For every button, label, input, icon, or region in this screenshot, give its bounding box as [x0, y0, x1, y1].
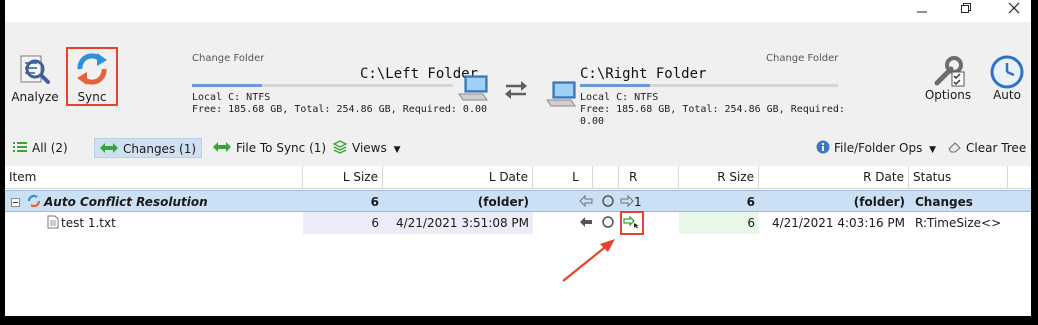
- title-bar: [5, 0, 1031, 22]
- grid-header: Item L Size L Date L R R Size R Date Sta…: [5, 166, 1031, 189]
- layers-icon: [332, 140, 348, 154]
- options-label: Options: [924, 88, 972, 102]
- auto-button[interactable]: Auto: [985, 52, 1029, 104]
- callout-arrow: [562, 239, 615, 282]
- header-item[interactable]: Item: [5, 166, 303, 188]
- comparison-grid: Item L Size L Date L R R Size R Date Sta…: [5, 166, 1031, 316]
- main-toolbar: Analyze Sync Change Folder C:\Left Folde…: [5, 22, 1031, 130]
- row-r-count: 1: [634, 195, 642, 209]
- views-dropdown[interactable]: Views ▼: [332, 138, 401, 158]
- minimize-icon[interactable]: [907, 2, 937, 20]
- header-l-date[interactable]: L Date: [383, 166, 533, 188]
- left-arrow-solid-icon[interactable]: [575, 212, 593, 234]
- equal-circle-icon[interactable]: [598, 191, 616, 213]
- analyze-label: Analyze: [11, 90, 59, 104]
- list-icon: [13, 142, 27, 152]
- row-r-date: (folder): [853, 195, 905, 209]
- auto-label: Auto: [993, 88, 1021, 102]
- swap-arrows-icon[interactable]: [503, 78, 529, 102]
- row-l-size: 6: [370, 195, 379, 209]
- filter-changes-label: Changes (1): [123, 142, 197, 156]
- row-item-name: test 1.txt: [61, 216, 116, 230]
- left-change-folder-link[interactable]: Change Folder: [192, 53, 264, 64]
- filter-file-to-sync[interactable]: File To Sync (1): [213, 138, 326, 158]
- options-tools-icon: [934, 56, 965, 87]
- right-disk-usage-fill: [580, 84, 650, 87]
- left-computer-icon: [458, 75, 488, 101]
- clear-tree-button[interactable]: Clear Tree: [948, 138, 1026, 158]
- row-status: Changes: [915, 195, 973, 209]
- views-label: Views: [352, 141, 387, 155]
- right-space-info-line2: 0.00: [580, 116, 605, 127]
- left-space-info: Free: 185.68 GB, Total: 254.86 GB, Requi…: [192, 104, 488, 115]
- row-r-size: 6: [679, 212, 759, 234]
- file-folder-ops-label: File/Folder Ops: [834, 141, 923, 155]
- auto-clock-icon: [990, 55, 1024, 89]
- close-icon[interactable]: [999, 2, 1029, 20]
- row-r-size: 6: [746, 195, 755, 209]
- row-status: R:TimeSize<>: [915, 216, 1002, 230]
- right-folder-path[interactable]: C:\Right Folder: [580, 66, 706, 82]
- header-r[interactable]: R: [619, 166, 679, 188]
- filter-all-label: All (2): [32, 141, 68, 155]
- file-folder-ops-dropdown[interactable]: File/Folder Ops ▼: [816, 138, 936, 158]
- header-status[interactable]: Status: [909, 166, 1008, 188]
- equal-circle-icon[interactable]: [598, 212, 616, 234]
- sync-highlight-box: [66, 47, 118, 106]
- header-l-size[interactable]: L Size: [303, 166, 383, 188]
- sync-arrow-highlight-box: [620, 211, 644, 235]
- right-arrow-outline-icon[interactable]: 1: [618, 191, 648, 213]
- left-disk-usage-bar: [192, 84, 453, 87]
- right-disk-usage-bar: [580, 84, 838, 87]
- left-disk-usage-fill: [192, 84, 263, 87]
- analyze-icon: [20, 55, 50, 84]
- row-item-name: Auto Conflict Resolution: [44, 195, 208, 209]
- header-mid: [593, 166, 619, 188]
- header-l[interactable]: L: [533, 166, 593, 188]
- right-change-folder-link[interactable]: Change Folder: [766, 53, 838, 64]
- row-l-size: 6: [303, 212, 383, 234]
- header-r-size[interactable]: R Size: [679, 166, 759, 188]
- filter-all[interactable]: All (2): [13, 138, 68, 158]
- filter-changes[interactable]: Changes (1): [94, 138, 203, 158]
- row-r-date: 4/21/2021 4:03:16 PM: [771, 216, 905, 230]
- table-row[interactable]: Auto Conflict Resolution 6 (folder) 1 6 …: [5, 190, 1031, 212]
- sync-arrows-icon: [213, 142, 231, 152]
- analyze-button[interactable]: Analyze: [10, 50, 60, 105]
- header-r-date[interactable]: R Date: [759, 166, 909, 188]
- table-row[interactable]: test 1.txt 6 4/21/2021 3:51:08 PM 6 4/21…: [5, 212, 1031, 234]
- maximize-icon[interactable]: [951, 2, 981, 20]
- right-drive-info: Local C: NTFS: [580, 92, 659, 103]
- app-window: Analyze Sync Change Folder C:\Left Folde…: [5, 0, 1031, 316]
- filter-bar: All (2) Changes (1) File To Sync (1) Vie…: [5, 130, 1031, 166]
- left-arrow-outline-icon[interactable]: [575, 191, 593, 213]
- right-space-info-line1: Free: 185.68 GB, Total: 254.86 GB, Requi…: [580, 104, 845, 115]
- row-l-date: 4/21/2021 3:51:08 PM: [383, 212, 533, 234]
- chevron-down-icon: ▼: [393, 145, 401, 155]
- right-computer-icon: [546, 81, 576, 107]
- eraser-icon: [948, 142, 961, 153]
- changes-arrows-icon: [100, 143, 118, 153]
- left-drive-info: Local C: NTFS: [192, 92, 271, 103]
- clear-tree-label: Clear Tree: [966, 141, 1027, 155]
- options-button[interactable]: Options: [923, 52, 973, 104]
- info-icon: [816, 140, 830, 154]
- row-l-date: (folder): [477, 195, 529, 209]
- filter-file-to-sync-label: File To Sync (1): [236, 141, 327, 155]
- chevron-down-icon: ▼: [929, 145, 937, 155]
